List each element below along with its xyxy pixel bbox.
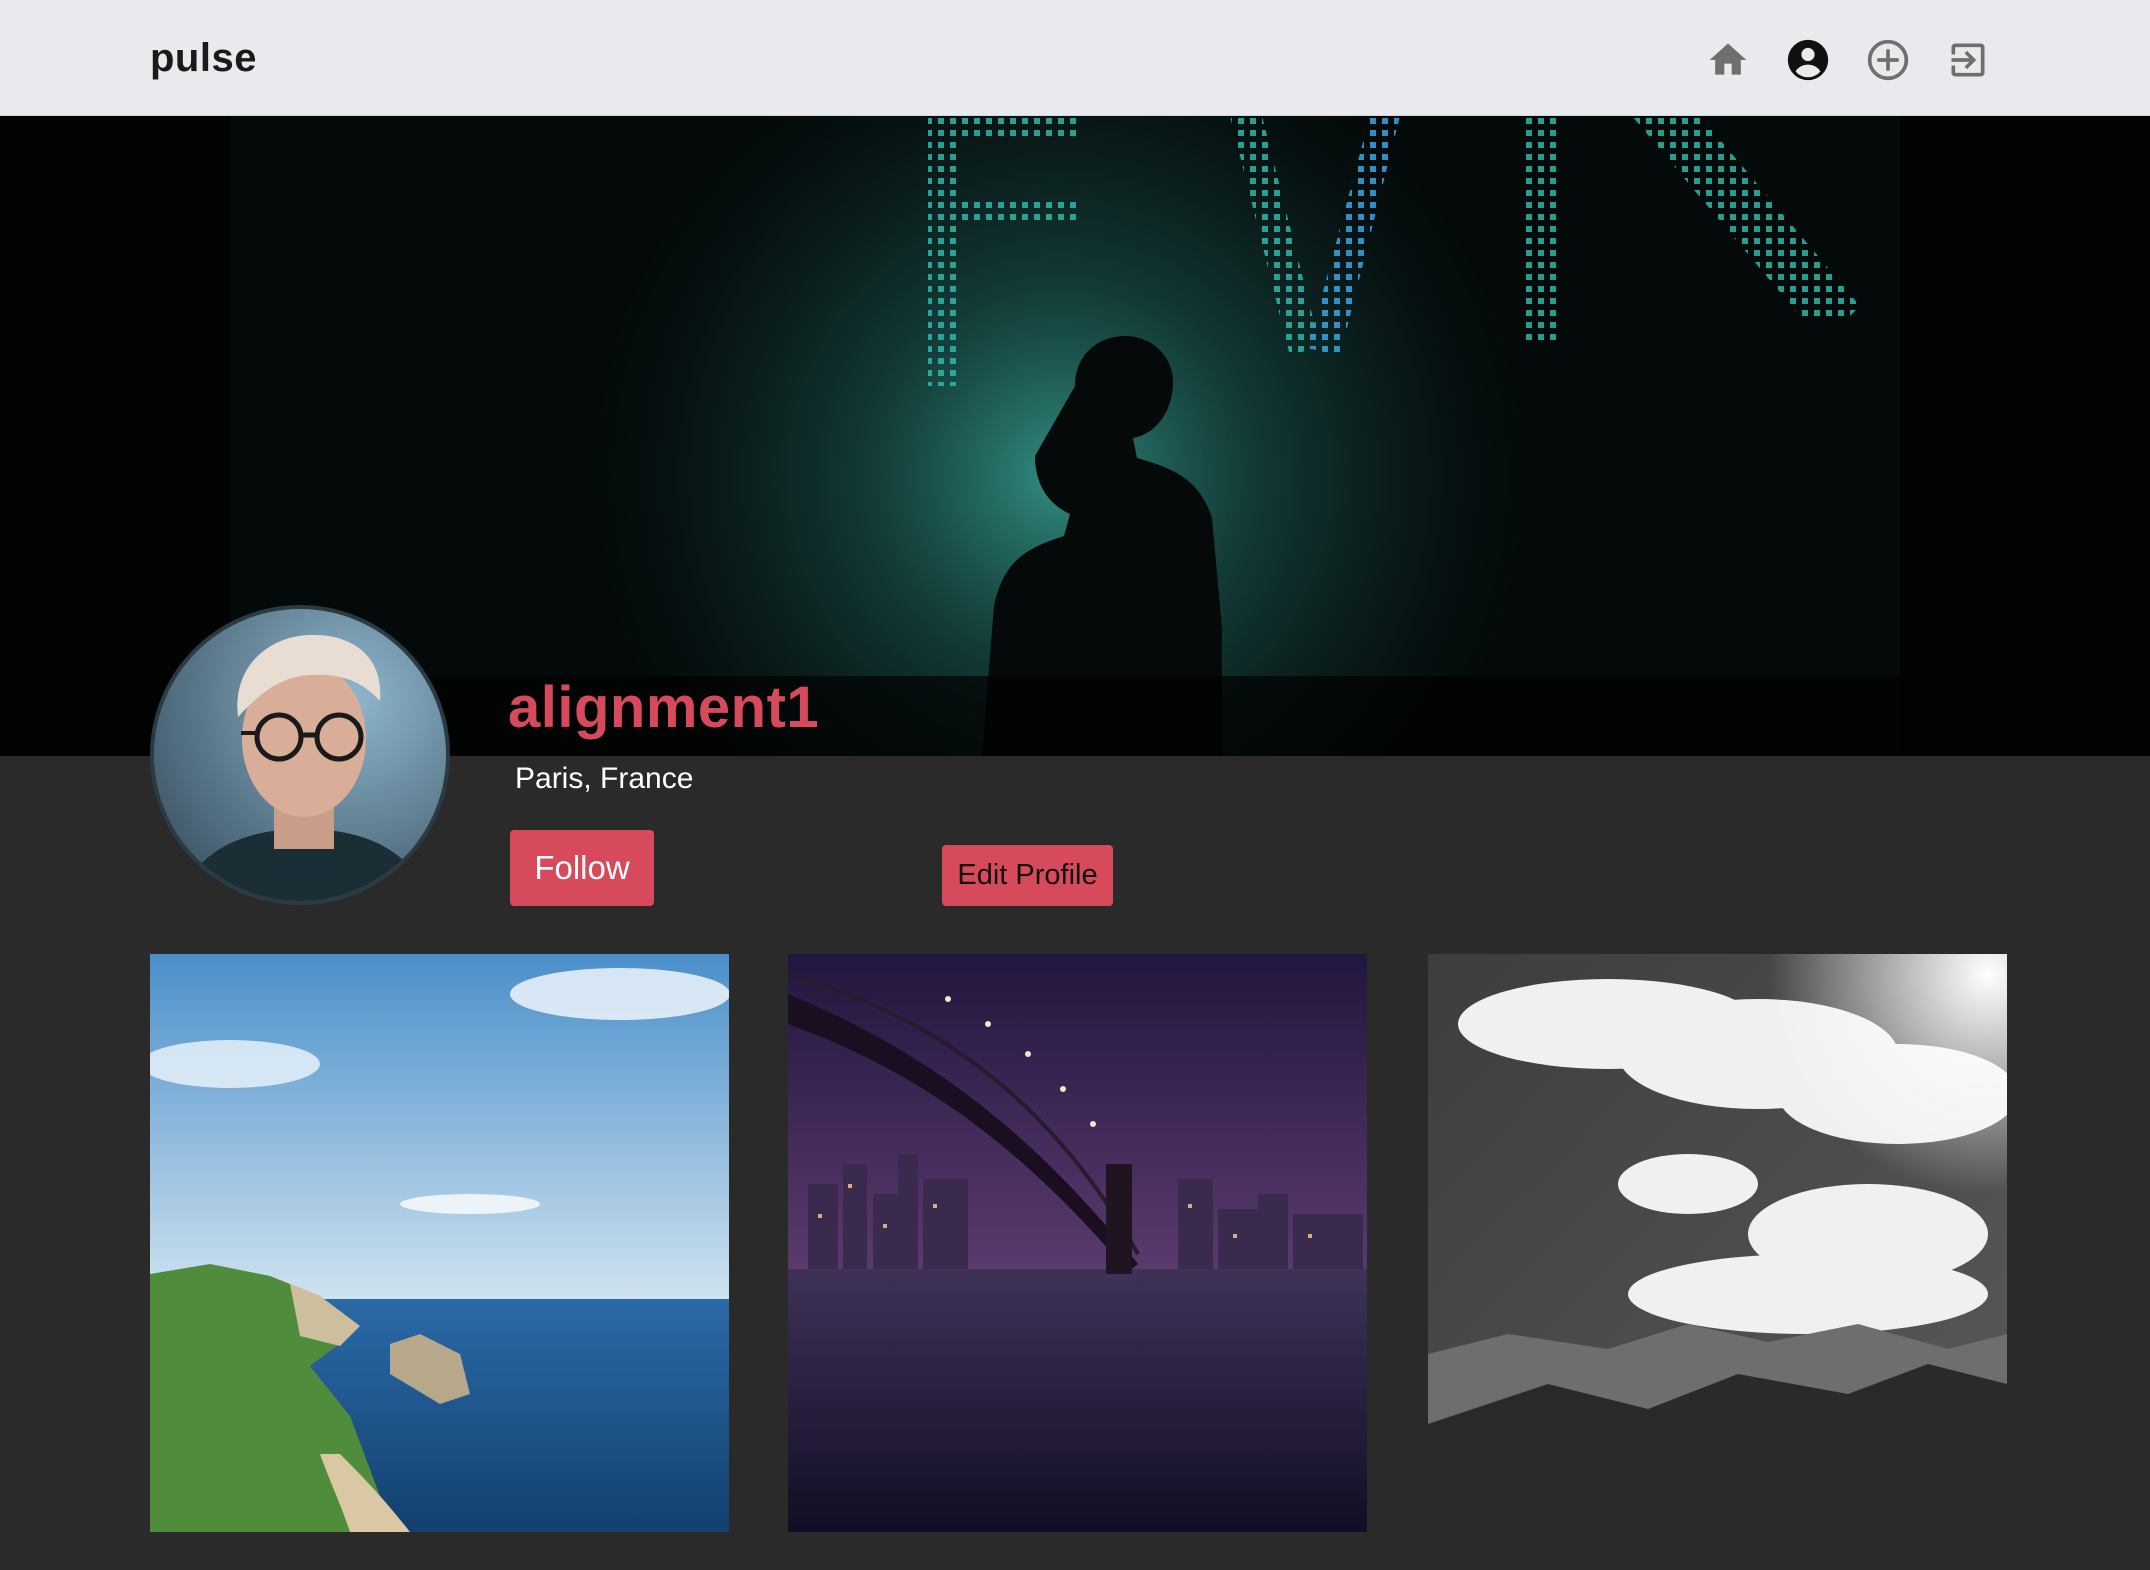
add-circle-icon[interactable] xyxy=(1866,38,1910,82)
profile-username: alignment1 xyxy=(508,675,820,740)
photo-coast[interactable] xyxy=(150,954,729,1532)
brand-logo[interactable]: pulse xyxy=(150,36,257,81)
home-icon[interactable] xyxy=(1706,38,1750,82)
sign-in-icon[interactable] xyxy=(1946,38,1990,82)
photo-clouds[interactable] xyxy=(1428,954,2007,1532)
edit-profile-button[interactable]: Edit Profile xyxy=(942,845,1113,906)
profile-location: Paris, France xyxy=(515,762,694,795)
avatar xyxy=(150,605,450,905)
follow-button[interactable]: Follow xyxy=(510,830,654,906)
account-circle-icon[interactable] xyxy=(1786,38,1830,82)
top-navbar: pulse xyxy=(0,0,2150,116)
photo-bridge[interactable] xyxy=(788,954,1367,1532)
